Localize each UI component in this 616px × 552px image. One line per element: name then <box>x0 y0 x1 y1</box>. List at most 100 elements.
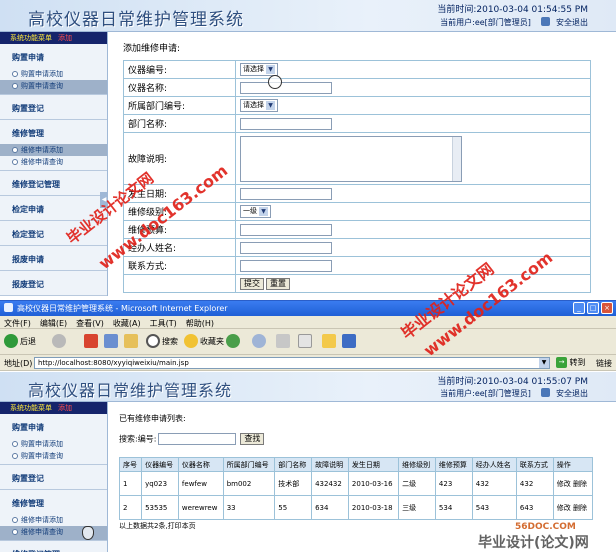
user-line: 当前用户:ee[部门管理员] 安全退出 <box>440 388 588 399</box>
cell: 2 <box>118 495 143 520</box>
menu-view[interactable]: 查看(V) <box>76 319 104 328</box>
menu-edit[interactable]: 编辑(E) <box>40 319 67 328</box>
sidebar-item-purchase-add[interactable]: 购置申请添加 <box>0 68 107 80</box>
col-budget: 维修预算 <box>434 457 473 472</box>
maximize-button[interactable]: □ <box>587 302 599 314</box>
sidebar-item-purchase-add[interactable]: 购置申请添加 <box>0 438 107 450</box>
handler-input[interactable] <box>240 241 332 254</box>
discuss-button[interactable] <box>322 334 336 350</box>
browser-title-bar[interactable]: 高校仪器日常维护管理系统 - Microsoft Internet Explor… <box>0 301 616 316</box>
mail-button[interactable] <box>252 334 266 350</box>
menu-title: 系统功能菜单 <box>10 404 52 412</box>
bullet-icon <box>12 441 18 447</box>
find-button[interactable]: 查找 <box>240 433 265 445</box>
sidebar-item-purchase-query[interactable]: 购置申请查询 <box>0 450 107 464</box>
occur-date-input[interactable] <box>240 187 332 200</box>
chevron-down-icon[interactable]: ▼ <box>539 358 549 368</box>
home-button[interactable] <box>124 334 138 350</box>
menu-extra[interactable]: 添加 <box>58 34 72 42</box>
submit-button[interactable]: 提交 <box>240 277 264 290</box>
col-fault-desc: 故障说明 <box>311 457 349 472</box>
cell: 643 <box>515 495 554 520</box>
sidebar-item-repair-query[interactable]: 维修申请查询 <box>0 156 107 170</box>
logout-icon[interactable] <box>541 17 551 26</box>
search-input[interactable] <box>158 433 237 445</box>
instrument-no-select[interactable]: 请选择 ▼ <box>240 63 278 76</box>
menu-tools[interactable]: 工具(T) <box>150 319 177 328</box>
reset-button[interactable]: 重置 <box>266 277 290 290</box>
col-instrument-no: 仪器编号 <box>141 457 179 472</box>
cell: 55 <box>274 495 313 520</box>
menu-help[interactable]: 帮助(H) <box>186 319 214 328</box>
row-actions[interactable]: 修改 删除 <box>552 471 594 496</box>
menu-favorites[interactable]: 收藏(A) <box>113 319 141 328</box>
contact-input[interactable] <box>240 259 332 272</box>
instrument-name-input[interactable] <box>240 81 332 94</box>
print-button[interactable] <box>276 334 290 350</box>
fault-desc-textarea[interactable] <box>240 135 462 182</box>
refresh-button[interactable] <box>104 334 118 350</box>
logout-link[interactable]: 安全退出 <box>556 389 588 398</box>
level-select[interactable]: 一级 ▼ <box>240 205 271 218</box>
row-actions[interactable]: 修改 删除 <box>552 495 594 520</box>
sidebar-section-scrap-register: 报废登记 <box>0 271 107 296</box>
sidebar-item-repair-add[interactable]: 维修申请添加 <box>0 514 107 526</box>
sidebar-section-title[interactable]: 维修登记管理 <box>0 541 107 552</box>
search-label: 搜索:编号: <box>119 434 157 444</box>
app-banner: 高校仪器日常维护管理系统 当前时间:2010-03-04 01:54:55 PM… <box>0 0 616 32</box>
cell: 2010-03-16 <box>347 471 400 496</box>
sidebar-section-title[interactable]: 维修登记管理 <box>0 171 107 195</box>
sidebar-section-title[interactable]: 报废登记 <box>0 271 107 295</box>
links-label[interactable]: 链接 <box>596 358 612 369</box>
messenger-button[interactable] <box>342 334 356 350</box>
sidebar-item-purchase-query[interactable]: 购置申请查询 <box>0 80 107 94</box>
dept-no-select[interactable]: 请选择 ▼ <box>240 99 278 112</box>
app-window-form: 高校仪器日常维护管理系统 当前时间:2010-03-04 01:54:55 PM… <box>0 0 616 296</box>
repair-form: 仪器编号: 请选择 ▼ 仪器名称: 所属部门编号: 请选择 ▼ 部门名称: 故障说明… <box>123 60 591 293</box>
col-actions: 操作 <box>552 457 594 472</box>
search-icon <box>146 334 160 348</box>
forward-button[interactable] <box>52 334 66 350</box>
bullet-icon <box>12 83 18 89</box>
folder-icon <box>322 334 336 348</box>
cell: 432 <box>515 471 554 496</box>
edit-button[interactable] <box>298 334 312 350</box>
back-button[interactable]: 后退 <box>4 334 36 350</box>
sidebar-section-repair-register: 维修登记管理 <box>0 541 107 552</box>
minimize-button[interactable]: _ <box>573 302 585 314</box>
history-button[interactable] <box>226 334 240 350</box>
sidebar-section-title[interactable]: 购置登记 <box>0 95 107 119</box>
bullet-icon <box>12 529 18 535</box>
cell: werewrew <box>177 495 224 520</box>
sidebar-item-repair-add[interactable]: 维修申请添加 <box>0 144 107 156</box>
sidebar-section-title[interactable]: 维修管理 <box>0 120 107 144</box>
favorites-button[interactable]: 收藏夹 <box>184 334 224 350</box>
col-level: 维修级别 <box>398 457 436 472</box>
table-row: 2 53535 werewrew 33 55 634 2010-03-18 三级… <box>118 495 594 520</box>
search-button[interactable]: 搜索 <box>146 334 178 350</box>
sidebar-section-title[interactable]: 购置登记 <box>0 465 107 489</box>
stop-button[interactable] <box>84 334 98 350</box>
menu-file[interactable]: 文件(F) <box>4 319 31 328</box>
sidebar-section-title[interactable]: 维修管理 <box>0 490 107 514</box>
ie-icon <box>4 303 13 312</box>
cell: 634 <box>311 495 349 520</box>
menu-extra[interactable]: 添加 <box>58 404 72 412</box>
logout-link[interactable]: 安全退出 <box>556 18 588 27</box>
dept-name-input[interactable] <box>240 117 332 130</box>
logout-icon[interactable] <box>541 388 551 397</box>
sidebar-section-title[interactable]: 购置申请 <box>0 414 107 438</box>
col-dept-no: 所属部门编号 <box>222 457 276 472</box>
sidebar-section-title[interactable]: 购置申请 <box>0 44 107 68</box>
list-summary[interactable]: 以上数据共2条,打印本页 <box>119 521 196 531</box>
textarea-scrollbar[interactable] <box>452 136 461 181</box>
close-button[interactable]: × <box>601 302 613 314</box>
address-input[interactable]: http://localhost:8080/xyyiqiweixiu/main.… <box>34 357 550 369</box>
budget-input[interactable] <box>240 223 332 236</box>
star-icon <box>184 334 198 348</box>
sidebar-section-title[interactable]: 报废申请 <box>0 246 107 270</box>
messenger-icon <box>342 334 356 348</box>
cell: fewfew <box>177 471 224 496</box>
bullet-icon <box>12 517 18 523</box>
go-button[interactable]: → 转到 <box>556 357 586 368</box>
